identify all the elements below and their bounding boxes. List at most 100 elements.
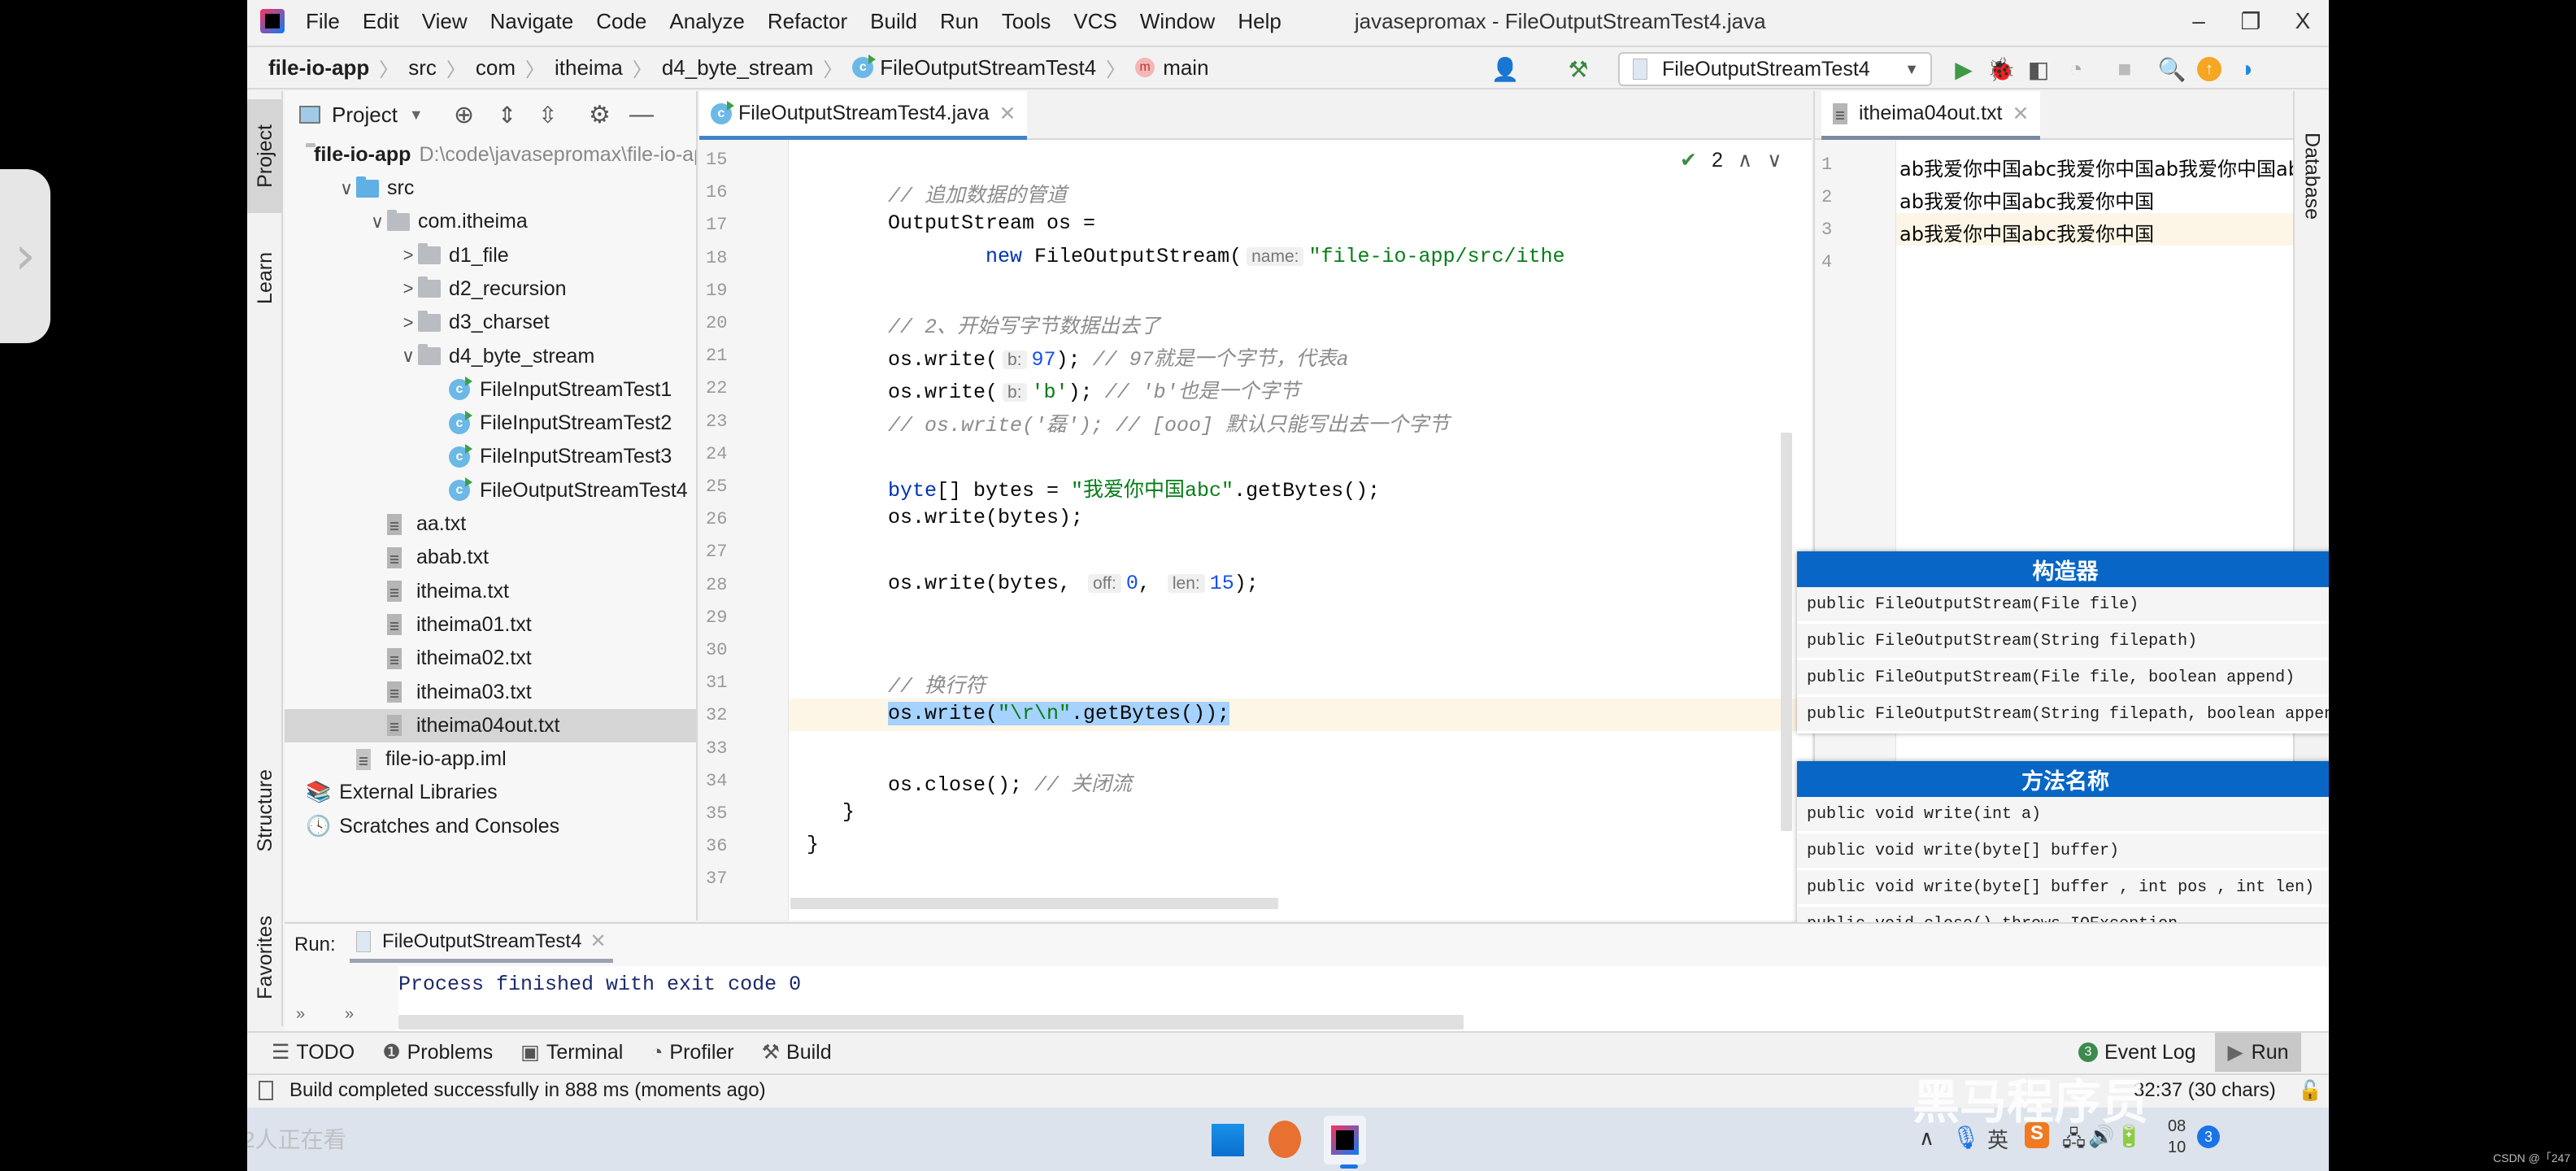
collapse-all-icon[interactable]: ⇳ xyxy=(538,102,557,128)
tab-itheima04out[interactable]: itheima04out.txt ✕ xyxy=(1821,91,2041,140)
previous-highlight-icon[interactable]: ∧ xyxy=(1738,148,1752,172)
update-icon[interactable]: ↑ xyxy=(2197,57,2221,81)
tree-item[interactable]: > d1_file xyxy=(285,239,696,272)
next-highlight-icon[interactable]: ∨ xyxy=(1767,148,1782,172)
code-line[interactable]: byte[] bytes = "我爱你中国abc".getBytes(); xyxy=(888,473,1380,503)
run-tab[interactable]: FileOutputStreamTest4 ✕ xyxy=(350,924,613,963)
menu-tools[interactable]: Tools xyxy=(1002,9,1051,34)
chevron-down-icon[interactable]: ∨ xyxy=(398,346,418,367)
code-line[interactable]: OutputStream os = xyxy=(888,211,1095,235)
tool-tab-todo[interactable]: ☰ TODO xyxy=(272,1040,355,1064)
build-hammer-icon[interactable]: ⚒ xyxy=(1564,55,1592,83)
tree-root[interactable]: file-io-app D:\code\javasepromax\file-io… xyxy=(285,138,696,172)
code-line[interactable]: os.write(b: 97); // 97就是一个字节，代表a xyxy=(888,342,1349,372)
code-line[interactable]: os.write("\r\n".getBytes()); xyxy=(888,702,1230,726)
code-line[interactable]: os.write(b:'b'); // 'b'也是一个字节 xyxy=(888,375,1300,404)
breadcrumb-item[interactable]: com xyxy=(476,55,516,81)
text-line[interactable]: ab我爱你中国abc我爱你中国 xyxy=(1899,185,2154,214)
tree-item[interactable]: c FileInputStreamTest3 xyxy=(285,440,696,473)
more-actions-icon[interactable]: » xyxy=(296,1005,305,1024)
project-view-select[interactable]: Project xyxy=(332,102,398,128)
tree-item[interactable]: file-io-app.iml xyxy=(285,742,696,776)
volume-icon[interactable]: 🔊 xyxy=(2088,1124,2114,1149)
project-tool-tab[interactable]: Project xyxy=(247,99,283,213)
code-line[interactable]: // 换行符 xyxy=(888,669,986,699)
battery-icon[interactable]: 🔋 xyxy=(2116,1124,2142,1149)
menu-view[interactable]: View xyxy=(422,9,468,34)
code-line[interactable]: // 追加数据的管道 xyxy=(888,179,1067,208)
tree-item[interactable]: itheima04out.txt xyxy=(285,708,696,742)
tree-item[interactable]: itheima03.txt xyxy=(285,676,696,709)
menu-help[interactable]: Help xyxy=(1238,9,1281,34)
windows-start-icon[interactable] xyxy=(1212,1124,1244,1156)
menu-window[interactable]: Window xyxy=(1140,9,1215,34)
status-toggle-icon[interactable] xyxy=(259,1081,273,1100)
code-line[interactable]: os.write(bytes, off: 0, len: 15); xyxy=(888,572,1259,595)
powerpoint-app-icon[interactable] xyxy=(1268,1121,1301,1158)
tree-item[interactable]: aa.txt xyxy=(285,507,696,541)
taskbar-clock[interactable]: 08 10 xyxy=(2168,1116,2186,1158)
code-line[interactable]: } xyxy=(842,800,855,824)
stop-icon[interactable]: ■ xyxy=(2111,55,2139,83)
settings-gear-icon[interactable]: ⚙ xyxy=(589,101,611,129)
menu-vcs[interactable]: VCS xyxy=(1073,9,1116,34)
tree-item[interactable]: > d3_charset xyxy=(285,306,696,339)
code-line[interactable]: os.close(); // 关闭流 xyxy=(888,768,1132,797)
caret-position[interactable]: 32:37 (30 chars) xyxy=(2134,1079,2276,1102)
run-configuration-select[interactable]: FileOutputStreamTest4 ▼ xyxy=(1618,52,1932,86)
more-actions-icon-2[interactable]: » xyxy=(345,1005,354,1024)
code-line[interactable]: // os.write('磊'); // [ooo] 默认只能写出去一个字节 xyxy=(888,408,1449,437)
close-run-tab-icon[interactable]: ✕ xyxy=(590,929,606,953)
tree-item[interactable]: c FileInputStreamTest2 xyxy=(285,407,696,440)
text-line[interactable]: ab我爱你中国abc我爱你中国 xyxy=(1899,218,2154,246)
sogou-ime-icon[interactable]: S xyxy=(2025,1122,2049,1148)
tool-tab-problems[interactable]: ❶ Problems xyxy=(382,1040,493,1064)
menu-run[interactable]: Run xyxy=(940,9,979,34)
microphone-icon[interactable]: 🎙 xyxy=(1952,1124,1981,1151)
side-panel-expand-handle[interactable]: › xyxy=(0,169,50,343)
tree-item[interactable]: itheima.txt xyxy=(285,575,696,608)
expand-all-icon[interactable]: ⇕ xyxy=(498,102,516,128)
close-tab-icon[interactable]: ✕ xyxy=(2012,102,2030,126)
tool-tab-terminal[interactable]: ▣ Terminal xyxy=(520,1040,623,1064)
chevron-right-icon[interactable]: > xyxy=(398,312,418,333)
menu-refactor[interactable]: Refactor xyxy=(768,9,847,34)
code-line[interactable]: } xyxy=(807,833,819,856)
editor-horizontal-scrollbar[interactable] xyxy=(790,898,1278,909)
tree-item[interactable]: c FileInputStreamTest1 xyxy=(285,373,696,407)
tree-item[interactable]: abab.txt xyxy=(285,541,696,574)
favorites-tool-tab[interactable]: Favorites xyxy=(247,896,283,1018)
tool-tab-build[interactable]: ⚒ Build xyxy=(762,1040,832,1064)
menu-navigate[interactable]: Navigate xyxy=(490,9,574,34)
tree-item[interactable]: 🕓 Scratches and Consoles xyxy=(285,810,696,843)
console-horizontal-scrollbar[interactable] xyxy=(398,1015,1464,1030)
tree-item[interactable]: 📚 External Libraries xyxy=(285,776,696,809)
hide-panel-icon[interactable]: — xyxy=(629,101,654,128)
editor-vertical-scrollbar[interactable] xyxy=(1781,433,1792,831)
notification-badge[interactable]: 3 xyxy=(2197,1125,2220,1148)
close-button[interactable]: X xyxy=(2270,0,2329,42)
chevron-right-icon[interactable]: > xyxy=(398,245,418,266)
tree-item[interactable]: ∨ com.itheima xyxy=(285,205,696,238)
tree-item[interactable]: > d2_recursion xyxy=(285,272,696,306)
status-message[interactable]: Build completed successfully in 888 ms (… xyxy=(289,1079,766,1102)
tray-ime-lang[interactable]: 英 xyxy=(1987,1124,2008,1154)
menu-analyze[interactable]: Analyze xyxy=(669,9,745,34)
event-log-button[interactable]: 3 Event Log xyxy=(2078,1041,2196,1064)
breadcrumb-item[interactable]: c FileOutputStreamTest4 xyxy=(852,54,1096,81)
tree-item[interactable]: itheima02.txt xyxy=(285,642,696,675)
run-tool-button[interactable]: ▶ Run xyxy=(2215,1033,2301,1072)
chevron-down-icon[interactable]: ∨ xyxy=(337,178,356,199)
menu-build[interactable]: Build xyxy=(870,9,917,34)
tab-fileoutputstreamtest4[interactable]: c FileOutputStreamTest4.java ✕ xyxy=(699,91,1028,140)
locate-file-icon[interactable]: ⊕ xyxy=(454,101,474,129)
close-tab-icon[interactable]: ✕ xyxy=(999,102,1016,126)
coverage-icon[interactable]: ◧ xyxy=(2025,55,2052,83)
text-line[interactable]: ab我爱你中国abc我爱你中国ab我爱你中国abc我爱你中国ab我爱你 xyxy=(1899,153,2329,181)
dropdown-arrow-icon[interactable]: ▼ xyxy=(409,107,424,124)
learn-tool-tab[interactable]: Learn xyxy=(247,221,283,335)
search-icon[interactable]: 🔍 xyxy=(2158,55,2187,83)
breadcrumb-item[interactable]: d4_byte_stream xyxy=(662,55,813,81)
menu-file[interactable]: File xyxy=(306,9,340,34)
inspection-widget[interactable]: ✔ 2 ∧ ∨ xyxy=(1680,148,1782,172)
